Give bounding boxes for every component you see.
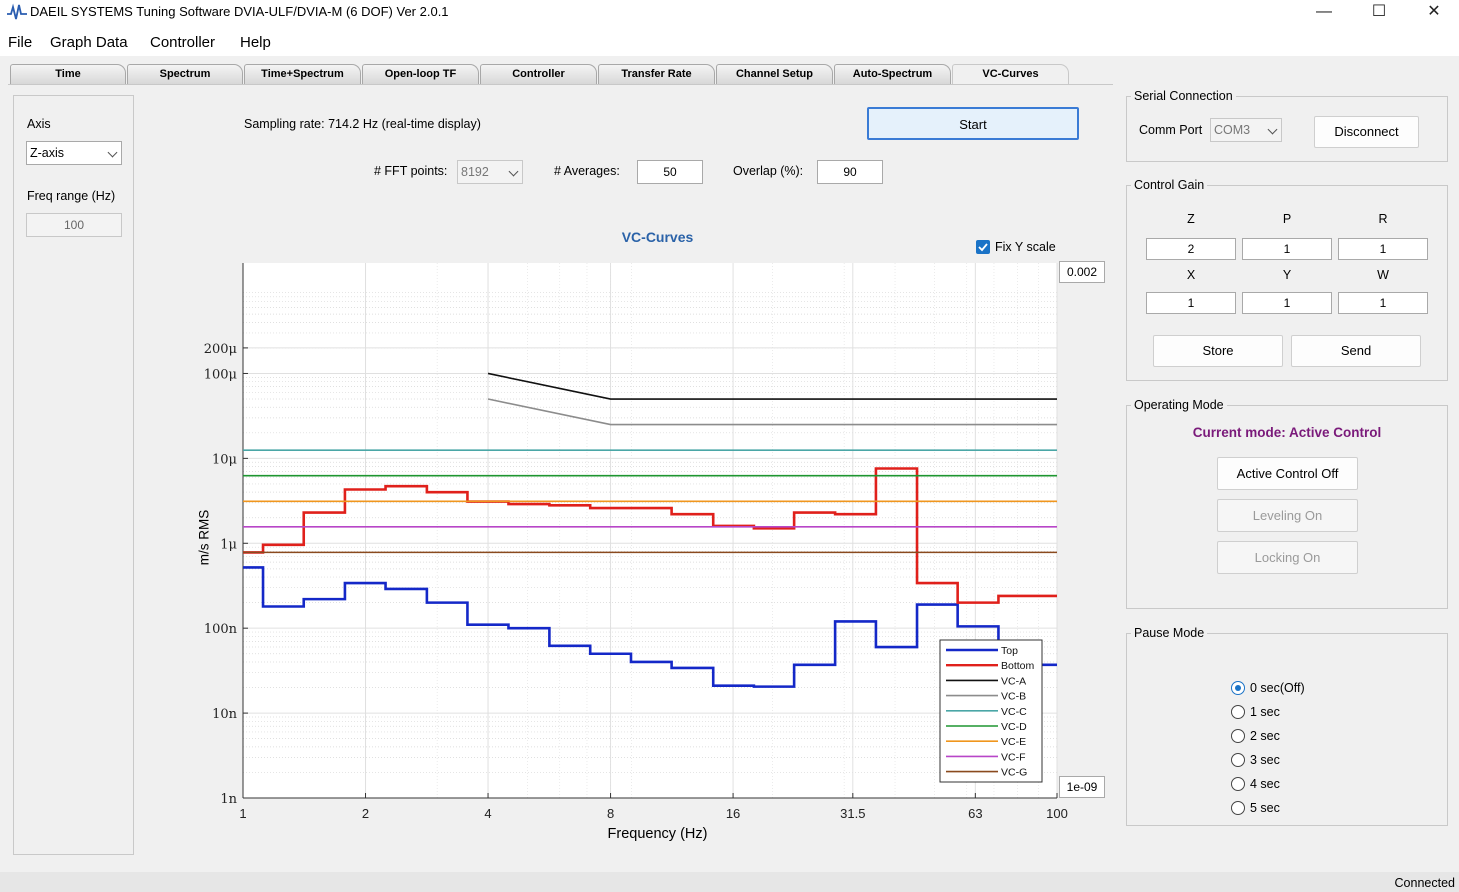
x-tick-label: 8: [607, 806, 614, 821]
pause-option-label: 4 sec: [1250, 777, 1280, 791]
leveling-on-button[interactable]: Leveling On: [1217, 499, 1358, 532]
pause-option-label: 0 sec(Off): [1250, 681, 1305, 695]
comm-port-dropdown[interactable]: COM3: [1210, 118, 1282, 142]
y-tick-label: 200μ: [204, 342, 237, 357]
y-tick-label: 1n: [220, 792, 237, 807]
gain-y-field[interactable]: 1: [1242, 292, 1332, 314]
x-tick-label: 4: [484, 806, 491, 821]
connection-status: Connected: [1394, 876, 1455, 890]
chevron-down-icon: [1267, 124, 1278, 135]
x-tick-label: 100: [1046, 806, 1068, 821]
legend-label: Top: [1001, 645, 1018, 657]
x-tick-label: 63: [968, 806, 982, 821]
y-tick-label: 10μ: [212, 452, 237, 467]
gain-p-field[interactable]: 1: [1242, 238, 1332, 260]
serial-connection-title: Serial Connection: [1131, 89, 1236, 103]
gain-header-x: X: [1186, 268, 1196, 282]
x-tick-label: 31.5: [840, 806, 865, 821]
legend-label: Bottom: [1001, 660, 1035, 672]
gain-header-r: R: [1378, 212, 1388, 226]
gain-r-field[interactable]: 1: [1338, 238, 1428, 260]
y-tick-label: 100n: [204, 622, 238, 637]
status-bar: Connected: [0, 872, 1459, 892]
pause-option-label: 3 sec: [1250, 753, 1280, 767]
active-control-off-button[interactable]: Active Control Off: [1217, 457, 1358, 490]
pause-radio-3[interactable]: [1231, 753, 1245, 767]
legend-label: VC-F: [1001, 751, 1026, 763]
pause-mode-group: [1126, 633, 1448, 826]
control-gain-title: Control Gain: [1131, 178, 1208, 192]
gain-z-field[interactable]: 2: [1146, 238, 1236, 260]
operating-mode-title: Operating Mode: [1131, 398, 1227, 412]
pause-radio-5[interactable]: [1231, 801, 1245, 815]
current-mode-text: Current mode: Active Control: [1192, 425, 1382, 440]
legend-label: VC-E: [1001, 736, 1026, 748]
pause-mode-title: Pause Mode: [1131, 626, 1208, 640]
locking-on-button[interactable]: Locking On: [1217, 541, 1358, 574]
gain-w-field[interactable]: 1: [1338, 292, 1428, 314]
pause-option-label: 2 sec: [1250, 729, 1280, 743]
gain-header-y: Y: [1282, 268, 1292, 282]
disconnect-button[interactable]: Disconnect: [1314, 116, 1419, 148]
gain-header-z: Z: [1187, 212, 1195, 226]
pause-option-label: 5 sec: [1250, 801, 1280, 815]
x-tick-label: 2: [362, 806, 369, 821]
legend-label: VC-G: [1001, 767, 1027, 779]
legend-label: VC-D: [1001, 721, 1027, 733]
gain-header-p: P: [1282, 212, 1292, 226]
legend-label: VC-C: [1001, 706, 1027, 718]
y-tick-label: 10n: [212, 707, 238, 722]
legend-label: VC-B: [1001, 691, 1026, 703]
pause-radio-1[interactable]: [1231, 705, 1245, 719]
comm-port-value: COM3: [1214, 123, 1251, 137]
pause-radio-4[interactable]: [1231, 777, 1245, 791]
store-button[interactable]: Store: [1153, 335, 1283, 367]
pause-option-label: 1 sec: [1250, 705, 1280, 719]
gain-header-w: W: [1377, 268, 1389, 282]
legend-label: VC-A: [1001, 675, 1026, 687]
pause-radio-0[interactable]: [1231, 681, 1245, 695]
gain-x-field[interactable]: 1: [1146, 292, 1236, 314]
x-tick-label: 1: [239, 806, 246, 821]
send-button[interactable]: Send: [1291, 335, 1421, 367]
y-tick-label: 1μ: [220, 537, 237, 552]
pause-radio-2[interactable]: [1231, 729, 1245, 743]
comm-port-label: Comm Port: [1139, 123, 1203, 137]
y-tick-label: 100μ: [204, 367, 237, 382]
x-tick-label: 16: [726, 806, 740, 821]
